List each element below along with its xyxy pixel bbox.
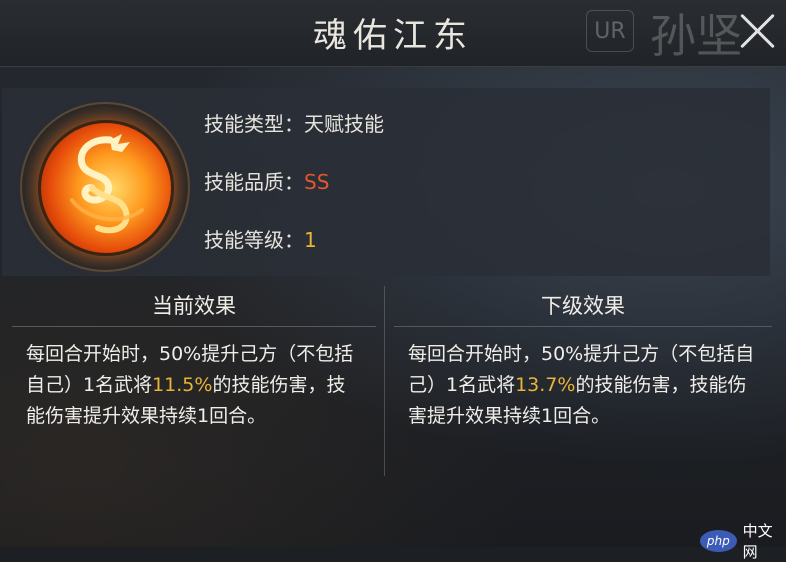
skill-type-row: 技能类型：天赋技能 xyxy=(204,108,384,137)
next-effect-title: 下级效果 xyxy=(394,286,772,327)
effect-divider xyxy=(384,286,385,476)
skill-level-row: 技能等级：1 xyxy=(204,224,317,253)
skill-icon-frame xyxy=(20,102,190,272)
dialog-header: 魂佑江东 UR 孙坚 xyxy=(0,0,786,67)
next-effect-description: 每回合开始时，50%提升己方（不包括自己）1名武将13.7%的技能伤害，技能伤害… xyxy=(394,339,772,432)
skill-level-value: 1 xyxy=(304,228,317,252)
close-icon[interactable] xyxy=(734,8,780,54)
skill-level-label: 技能等级： xyxy=(204,228,304,252)
dragon-icon xyxy=(70,134,144,234)
next-effect-value: 13.7% xyxy=(515,374,576,396)
php-logo: php xyxy=(700,530,737,552)
skill-type-value: 天赋技能 xyxy=(304,112,384,136)
watermark-text: 中文网 xyxy=(742,522,773,561)
skill-info-panel xyxy=(2,88,770,276)
skill-quality-row: 技能品质：SS xyxy=(204,166,329,195)
rarity-badge: UR xyxy=(586,10,634,52)
watermark: php 中文网 xyxy=(700,520,786,562)
skill-quality-label: 技能品质： xyxy=(204,170,304,194)
next-effect-panel: 下级效果 每回合开始时，50%提升己方（不包括自己）1名武将13.7%的技能伤害… xyxy=(394,286,772,486)
current-effect-panel: 当前效果 每回合开始时，50%提升己方（不包括自己）1名武将11.5%的技能伤害… xyxy=(12,286,376,486)
skill-type-label: 技能类型： xyxy=(204,112,304,136)
current-effect-title: 当前效果 xyxy=(12,286,376,327)
current-effect-description: 每回合开始时，50%提升己方（不包括自己）1名武将11.5%的技能伤害，技能伤害… xyxy=(12,339,376,432)
skill-quality-value: SS xyxy=(304,170,330,194)
current-effect-value: 11.5% xyxy=(152,374,213,396)
hero-name: 孙坚 xyxy=(650,9,742,63)
